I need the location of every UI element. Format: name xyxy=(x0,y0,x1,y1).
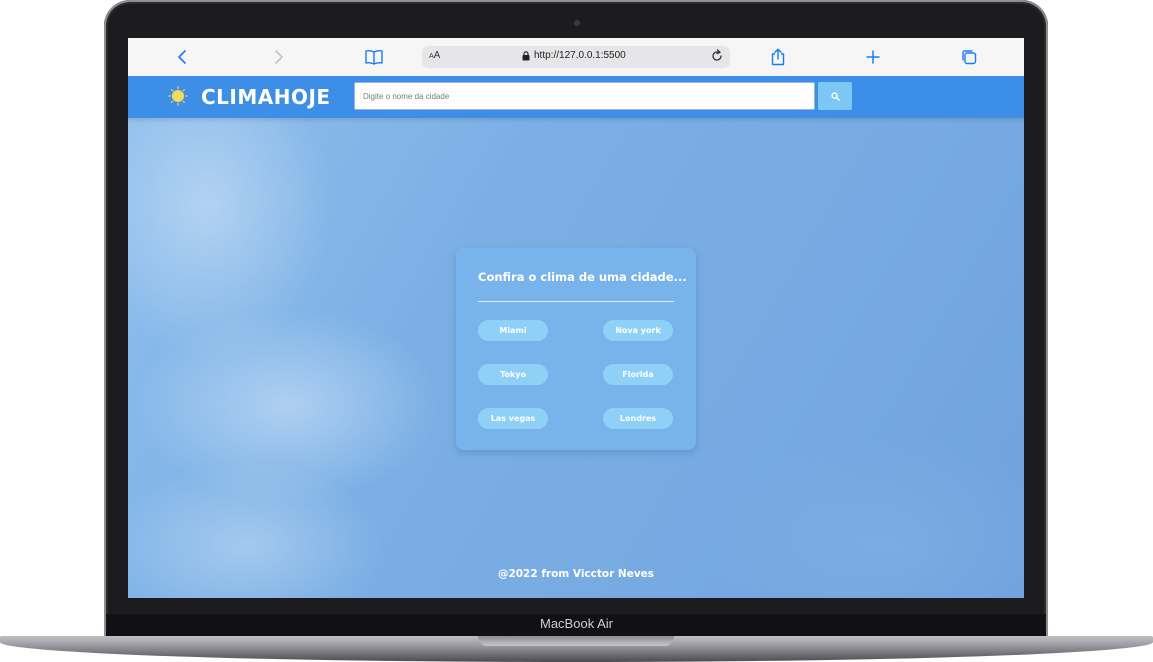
browser-toolbar: AA http://127.0.0.1:5500 xyxy=(128,38,1024,77)
city-search-input[interactable] xyxy=(354,82,815,110)
text-size-button[interactable]: AA xyxy=(429,50,440,61)
address-bar[interactable]: AA http://127.0.0.1:5500 xyxy=(422,46,730,68)
camera-icon xyxy=(574,20,580,26)
url-text: http://127.0.0.1:5500 xyxy=(534,50,626,61)
bookmarks-button[interactable] xyxy=(362,45,386,69)
tabs-icon xyxy=(962,50,977,65)
city-button-nova-york[interactable]: Nova york xyxy=(603,320,673,341)
book-icon xyxy=(365,49,383,65)
search-button[interactable] xyxy=(818,82,852,110)
search-icon xyxy=(830,91,840,101)
plus-icon xyxy=(866,50,880,64)
tabs-overview-button[interactable] xyxy=(957,45,981,69)
city-suggestions-card: Confira o clima de uma cidade... Miami N… xyxy=(456,248,696,450)
device-label: MacBook Air xyxy=(540,616,613,631)
app-logo[interactable]: CLIMAHOJE xyxy=(201,85,331,109)
card-title: Confira o clima de uma cidade... xyxy=(478,270,687,284)
city-button-las-vegas[interactable]: Las vegas xyxy=(478,408,548,429)
city-button-tokyo[interactable]: Tokyo xyxy=(478,364,548,385)
back-button[interactable] xyxy=(171,45,195,69)
chevron-left-icon xyxy=(178,50,186,64)
city-button-londres[interactable]: Londres xyxy=(603,408,673,429)
reload-icon[interactable] xyxy=(710,49,724,63)
lock-icon xyxy=(522,50,530,60)
weather-app-page: CLIMAHOJE Confira o clima de uma cidade.… xyxy=(128,76,1024,598)
forward-button[interactable] xyxy=(266,45,290,69)
app-header: CLIMAHOJE xyxy=(128,76,1024,118)
new-tab-button[interactable] xyxy=(861,45,885,69)
share-button[interactable] xyxy=(766,45,790,69)
screen: AA http://127.0.0.1:5500 CLIMAHOJE Digit… xyxy=(128,38,1024,598)
city-button-miami[interactable]: Miami xyxy=(478,320,548,341)
share-icon xyxy=(771,48,785,66)
laptop-notch xyxy=(478,636,674,646)
laptop-frame: AA http://127.0.0.1:5500 CLIMAHOJE Digit… xyxy=(0,0,1153,662)
chevron-right-icon xyxy=(275,50,283,64)
footer-credit: @2022 from Vicctor Neves xyxy=(497,568,655,580)
sun-icon xyxy=(168,86,188,106)
divider xyxy=(478,301,674,302)
city-button-florida[interactable]: Florida xyxy=(603,364,673,385)
url-display[interactable]: http://127.0.0.1:5500 xyxy=(522,50,626,61)
